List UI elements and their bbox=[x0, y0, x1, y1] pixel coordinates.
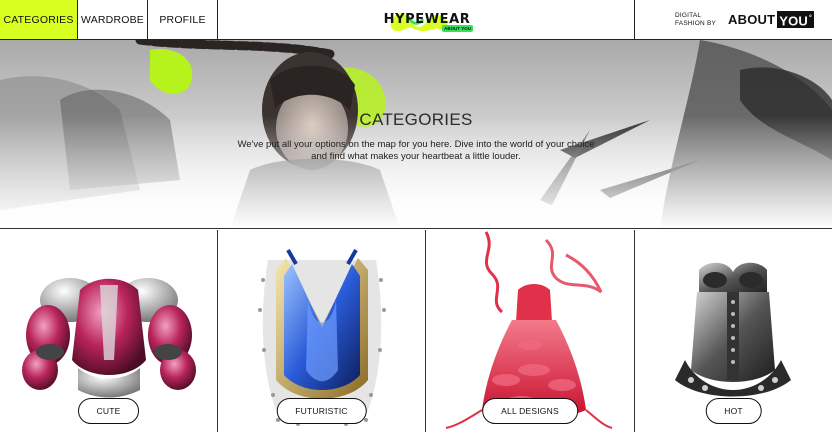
about-you-logo-about: ABOUT bbox=[728, 11, 776, 27]
tab-categories[interactable]: CATEGORIES bbox=[0, 0, 78, 39]
category-card-futuristic[interactable]: FUTURISTIC bbox=[218, 230, 426, 432]
category-button-all-designs[interactable]: ALL DESIGNS bbox=[482, 398, 578, 424]
category-button-hot[interactable]: HOT bbox=[705, 398, 762, 424]
hero-description-line-1: We've put all your options on the map fo… bbox=[237, 139, 595, 150]
hero-text-block: CATEGORIES We've put all your options on… bbox=[0, 110, 832, 163]
top-navigation: CATEGORIES WARDROBE PROFILE HYPEWEAR ABO… bbox=[0, 0, 832, 40]
digital-line-2: FASHION BY bbox=[675, 19, 717, 27]
about-you-logo-you-text: YOU bbox=[779, 13, 809, 29]
tab-profile[interactable]: PROFILE bbox=[148, 0, 218, 39]
category-card-all-designs[interactable]: ALL DESIGNS bbox=[426, 230, 635, 432]
hero-description: We've put all your options on the map fo… bbox=[0, 139, 832, 163]
category-button-cute[interactable]: CUTE bbox=[77, 398, 140, 424]
logo-area: HYPEWEAR ABOUT YOU bbox=[218, 0, 636, 39]
category-grid: CUTE FUTURISTIC ALL DESIGNS HOT bbox=[0, 230, 832, 432]
hero-description-line-2: and find what makes your heartbeat a lit… bbox=[311, 151, 521, 162]
hero-banner: CATEGORIES We've put all your options on… bbox=[0, 40, 832, 229]
hypewear-logo[interactable]: HYPEWEAR ABOUT YOU bbox=[379, 5, 475, 35]
brand-credit: DIGITAL FASHION BY ABOUT YOU° bbox=[634, 0, 832, 39]
digital-line-1: DIGITAL bbox=[675, 11, 702, 19]
category-card-cute[interactable]: CUTE bbox=[0, 230, 218, 432]
digital-fashion-by-text: DIGITAL FASHION BY bbox=[675, 12, 716, 28]
category-button-futuristic[interactable]: FUTURISTIC bbox=[276, 398, 367, 424]
about-you-logo-you: YOU° bbox=[777, 10, 815, 29]
tab-wardrobe[interactable]: WARDROBE bbox=[78, 0, 148, 39]
hero-title: CATEGORIES bbox=[359, 110, 473, 129]
about-you-logo-mark: ° bbox=[809, 14, 813, 22]
logo-subbadge: ABOUT YOU bbox=[442, 24, 473, 32]
category-card-hot[interactable]: HOT bbox=[635, 230, 832, 432]
about-you-logo[interactable]: ABOUT YOU° bbox=[728, 10, 815, 29]
